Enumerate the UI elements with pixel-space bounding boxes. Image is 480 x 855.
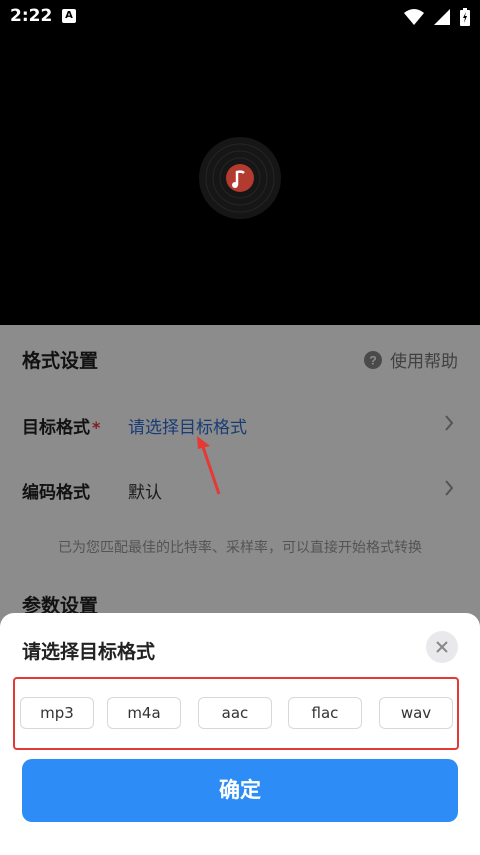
sheet-title: 请选择目标格式 xyxy=(22,641,156,663)
annotation-arrow-icon xyxy=(197,436,221,495)
format-option-mp3[interactable]: mp3 xyxy=(20,697,94,729)
status-bar: 2:22 A xyxy=(0,0,480,34)
status-icons xyxy=(404,8,470,26)
format-option-flac[interactable]: flac xyxy=(288,697,362,729)
format-option-wav[interactable]: wav xyxy=(379,697,453,729)
signal-icon xyxy=(434,9,450,25)
close-button[interactable] xyxy=(426,631,458,663)
status-time: 2:22 xyxy=(10,6,53,26)
wifi-icon xyxy=(404,9,424,25)
media-preview xyxy=(0,34,480,325)
notification-badge: A xyxy=(62,9,76,23)
format-option-aac[interactable]: aac xyxy=(198,697,272,729)
format-picker-sheet: 请选择目标格式 mp3 m4a aac flac wav 确定 xyxy=(0,613,480,855)
format-option-m4a[interactable]: m4a xyxy=(107,697,181,729)
vinyl-disc-icon xyxy=(199,137,281,219)
battery-icon xyxy=(460,8,470,26)
format-options-highlight: mp3 m4a aac flac wav xyxy=(13,677,459,750)
confirm-button[interactable]: 确定 xyxy=(22,759,458,822)
close-icon xyxy=(436,641,448,653)
